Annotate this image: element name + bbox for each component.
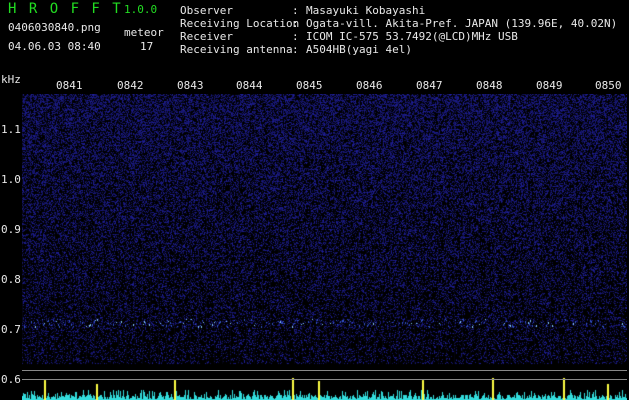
- info-value: Ogata-vill. Akita-Pref. JAPAN (139.96E, …: [306, 17, 618, 30]
- file-name: 0406030840.png: [8, 21, 101, 34]
- info-value: Masayuki Kobayashi: [306, 4, 426, 17]
- x-tick-label: 0850: [595, 79, 622, 92]
- x-tick-label: 0846: [356, 79, 383, 92]
- y-tick-label: 0.6: [1, 373, 21, 386]
- app-version: 1.0.0: [124, 3, 158, 16]
- info-row-location: Receiving Location: Ogata-vill. Akita-Pr…: [180, 17, 618, 30]
- x-tick-label: 0849: [536, 79, 563, 92]
- y-tick-label: 1.1: [1, 123, 21, 136]
- separator-line: [22, 379, 627, 380]
- spectrogram: [22, 94, 627, 400]
- y-tick-label: 0.8: [1, 273, 21, 286]
- y-axis-unit: kHz: [1, 73, 21, 86]
- x-tick-label: 0843: [177, 79, 204, 92]
- info-key: Receiver: [180, 30, 233, 43]
- y-tick-label: 0.9: [1, 223, 21, 236]
- info-key: Observer: [180, 4, 233, 17]
- meteor-count: 17: [140, 40, 154, 53]
- x-tick-label: 0848: [476, 79, 503, 92]
- x-tick-label: 0844: [236, 79, 263, 92]
- info-row-antenna: Receiving antenna: A504HB(yagi 4el): [180, 43, 412, 56]
- y-tick-label: 1.0: [1, 173, 21, 186]
- date-time: 04.06.03 08:40: [8, 40, 101, 53]
- info-value: A504HB(yagi 4el): [306, 43, 412, 56]
- separator-line: [22, 370, 627, 371]
- y-tick-label: 0.7: [1, 323, 21, 336]
- info-key: Receiving antenna: [180, 43, 293, 56]
- info-row-receiver: Receiver: ICOM IC-575 53.7492(@LCD)MHz U…: [180, 30, 518, 43]
- station-info: Observer: Masayuki Kobayashi Receiving L…: [180, 4, 617, 56]
- info-key: Receiving Location: [180, 17, 300, 30]
- info-value: ICOM IC-575 53.7492(@LCD)MHz USB: [306, 30, 518, 43]
- x-tick-label: 0847: [416, 79, 443, 92]
- meteor-label: meteor: [124, 26, 164, 39]
- x-tick-label: 0845: [296, 79, 323, 92]
- x-tick-label: 0841: [56, 79, 83, 92]
- x-tick-label: 0842: [117, 79, 144, 92]
- info-row-observer: Observer: Masayuki Kobayashi: [180, 4, 426, 17]
- app-title: H R O F F T: [8, 1, 123, 17]
